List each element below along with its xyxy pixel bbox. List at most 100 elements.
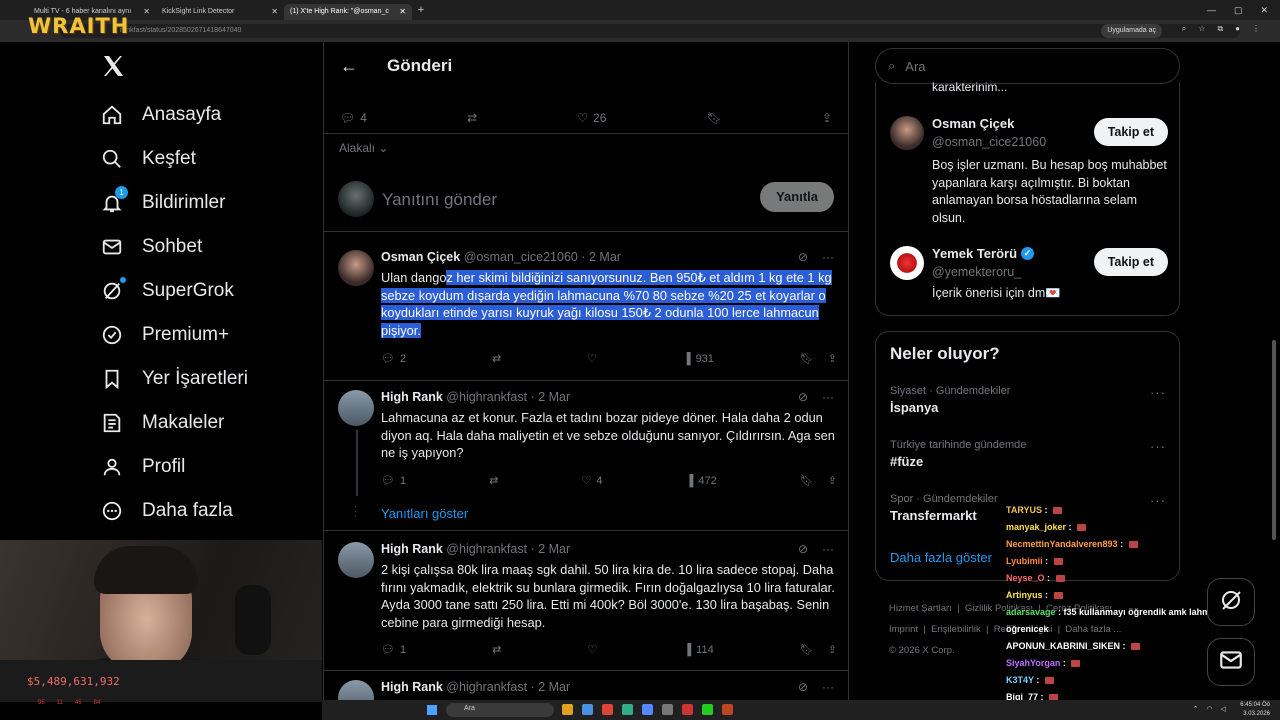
url-field[interactable]: rankfast/status/2028502671418647040 <box>60 24 1240 38</box>
wifi-icon[interactable]: ◠ <box>1207 705 1213 713</box>
like-action[interactable]: ♡ 4 <box>581 474 602 488</box>
windows-start-icon[interactable] <box>427 705 437 715</box>
author-handle[interactable]: @highrankfast <box>446 390 527 404</box>
trend-item[interactable]: Siyaset · Gündemdekiler İspanya ··· <box>890 385 1168 415</box>
footer-link[interactable]: Erişilebilirlik <box>931 624 981 635</box>
reply-input[interactable]: Yanıtını gönder <box>382 190 497 210</box>
author-name[interactable]: High Rank <box>381 390 443 404</box>
avatar[interactable] <box>338 250 374 286</box>
app-icon[interactable] <box>722 704 733 715</box>
back-arrow-icon[interactable]: ← <box>340 56 358 77</box>
nav-premium[interactable]: Premium+ <box>100 323 229 347</box>
reply-action[interactable]: 💬︎ 2 <box>381 352 406 366</box>
nav-supergrok[interactable]: SuperGrok <box>100 277 234 303</box>
tweet-date[interactable]: · 2 Mar <box>531 542 571 556</box>
bookmark-icon[interactable]: 🔖︎ <box>800 474 814 487</box>
follow-handle[interactable]: @yemekteroru_ <box>932 265 1021 279</box>
taskbar-clock[interactable]: 6:45:04 Öö 3.03.2026 <box>1240 701 1270 719</box>
follow-button[interactable]: Takip et <box>1093 248 1168 276</box>
follow-handle[interactable]: @osman_cice21060 <box>932 135 1046 149</box>
follow-button[interactable]: Takip et <box>1093 118 1168 146</box>
nav-home[interactable]: Anasayfa <box>100 103 221 127</box>
grok-icon[interactable]: ⊘ <box>798 542 808 556</box>
nav-articles[interactable]: Makaleler <box>100 411 224 435</box>
show-replies-link[interactable]: Yanıtları göster <box>381 506 468 521</box>
author-handle[interactable]: @highrankfast <box>446 680 527 694</box>
sort-dropdown[interactable]: Alakalı ⌄ <box>339 141 388 155</box>
like-action[interactable]: ♡ <box>587 352 597 365</box>
views-action[interactable]: ▐ 114 <box>683 643 713 656</box>
reply-action[interactable]: 💬︎ 1 <box>381 643 406 657</box>
bookmark-stat[interactable]: 🔖︎ <box>707 111 722 125</box>
messages-float-button[interactable] <box>1207 638 1255 686</box>
app-icon[interactable] <box>662 704 673 715</box>
bookmark-icon[interactable]: 🔖︎ <box>800 643 814 656</box>
menu-icon[interactable]: ⋮ <box>1252 24 1260 34</box>
repost-action[interactable]: ⇄ <box>489 474 498 487</box>
repost-action[interactable]: ⇄ <box>492 352 501 365</box>
browser-tab-active[interactable]: (1) X'te High Rank: "@osman_c ✕ <box>284 3 412 20</box>
bookmark-icon[interactable]: 🔖︎ <box>800 352 814 365</box>
nav-notifications[interactable]: 1 Bildirimler <box>100 186 225 215</box>
new-tab-button[interactable]: + <box>412 4 430 16</box>
nav-explore[interactable]: Keşfet <box>100 147 196 171</box>
folder-icon[interactable] <box>562 704 573 715</box>
spotify-icon[interactable] <box>702 704 713 715</box>
author-name[interactable]: Osman Çiçek <box>381 250 460 264</box>
nav-bookmarks[interactable]: Yer İşaretleri <box>100 367 248 391</box>
repost-action[interactable]: ⇄ <box>492 643 501 656</box>
more-icon[interactable]: ··· <box>822 680 834 694</box>
grok-float-button[interactable] <box>1207 578 1255 626</box>
grok-icon[interactable]: ⊘ <box>798 250 808 264</box>
minimize-icon[interactable]: — <box>1207 5 1216 16</box>
views-action[interactable]: ▐ 931 <box>683 352 714 365</box>
more-icon[interactable]: ··· <box>822 250 834 264</box>
volume-icon[interactable]: ◁ <box>1221 705 1226 713</box>
x-logo-icon[interactable] <box>101 54 125 85</box>
follow-name[interactable]: Osman Çiçek <box>932 116 1014 131</box>
reply-stat[interactable]: 💬︎ 4 <box>340 111 367 125</box>
avatar[interactable] <box>338 390 374 426</box>
follow-name[interactable]: Yemek Terörü ✓ <box>932 246 1035 261</box>
profile-icon[interactable]: ● <box>1235 24 1240 34</box>
repost-stat[interactable]: ⇄ <box>467 111 477 125</box>
app-icon[interactable] <box>642 704 653 715</box>
reply-action[interactable]: 💬︎ 1 <box>381 474 406 488</box>
app-icon[interactable] <box>622 704 633 715</box>
grok-icon[interactable]: ⊘ <box>798 680 808 694</box>
footer-link[interactable]: Imprint <box>889 624 918 635</box>
app-icon[interactable] <box>602 704 613 715</box>
close-window-icon[interactable]: ✕ <box>1260 5 1268 16</box>
nav-chat[interactable]: Sohbet <box>100 235 202 259</box>
browser-tab[interactable]: KickSight Link Detector ✕ <box>156 4 284 20</box>
more-icon[interactable]: ··· <box>1150 385 1166 400</box>
extensions-icon[interactable]: ⧉ <box>1217 24 1223 34</box>
like-action[interactable]: ♡ <box>587 643 597 656</box>
star-icon[interactable]: ☆ <box>1198 24 1205 34</box>
show-more-link[interactable]: Daha fazla göster <box>890 550 992 565</box>
share-icon[interactable]: ⇪ <box>828 352 837 365</box>
close-icon[interactable]: ✕ <box>399 7 406 16</box>
open-in-app-pill[interactable]: Uygulamada aç <box>1101 24 1162 38</box>
tweet-date[interactable]: · 2 Mar <box>531 680 571 694</box>
reply-button[interactable]: Yanıtla <box>760 182 834 212</box>
grok-icon[interactable]: ⊘ <box>798 390 808 404</box>
trend-item[interactable]: Türkiye tarihinde gündemde #füze ··· <box>890 439 1168 469</box>
nav-more[interactable]: Daha fazla <box>100 499 233 523</box>
tweet[interactable]: High Rank @highrankfast · 2 Mar ⊘ ··· Lah… <box>324 380 848 500</box>
author-name[interactable]: High Rank <box>381 680 443 694</box>
maximize-icon[interactable]: ▢ <box>1234 5 1243 16</box>
chrome-icon[interactable] <box>582 704 593 715</box>
more-icon[interactable]: ··· <box>822 390 834 404</box>
close-icon[interactable]: ✕ <box>143 7 150 16</box>
views-action[interactable]: ▐ 472 <box>686 474 717 487</box>
chevron-up-icon[interactable]: ⌃ <box>1193 705 1199 713</box>
avatar[interactable] <box>338 542 374 578</box>
avatar[interactable] <box>890 116 924 150</box>
like-stat[interactable]: ♡ 26 <box>577 111 606 125</box>
close-icon[interactable]: ✕ <box>271 7 278 16</box>
share-icon[interactable]: ⇪ <box>828 474 837 487</box>
more-icon[interactable]: ··· <box>1150 439 1166 454</box>
author-handle[interactable]: @osman_cice21060 <box>464 250 578 264</box>
zoom-icon[interactable]: ⌕ <box>1182 24 1186 34</box>
